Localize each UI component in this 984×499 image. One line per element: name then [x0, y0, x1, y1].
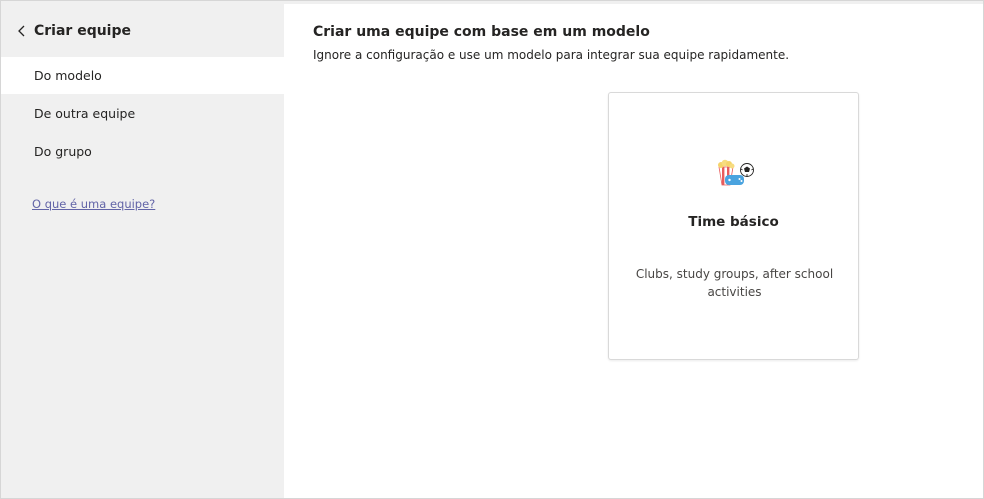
- back-button[interactable]: Criar equipe: [13, 18, 131, 44]
- template-card-basic-team[interactable]: Time básico Clubs, study groups, after s…: [608, 92, 859, 360]
- chevron-left-icon: [13, 22, 31, 40]
- sidebar: Criar equipe Do modelo De outra equipe D…: [1, 1, 284, 498]
- create-team-window: Criar equipe Do modelo De outra equipe D…: [0, 0, 984, 499]
- sidebar-item-from-other-team[interactable]: De outra equipe: [1, 95, 284, 132]
- club-activities-icon: [713, 155, 757, 191]
- what-is-team-link[interactable]: O que é uma equipe?: [32, 197, 155, 211]
- template-description: Clubs, study groups, after school activi…: [635, 267, 834, 299]
- template-title: Time básico: [688, 214, 779, 230]
- creation-options: Do modelo De outra equipe Do grupo: [1, 57, 284, 171]
- page-title: Criar uma equipe com base em um modelo: [313, 24, 650, 40]
- page-subtitle: Ignore a configuração e use um modelo pa…: [313, 48, 790, 62]
- sidebar-item-from-group[interactable]: Do grupo: [1, 133, 284, 170]
- main-panel: Criar uma equipe com base em um modelo I…: [284, 4, 983, 498]
- sidebar-title: Criar equipe: [34, 23, 132, 39]
- sidebar-item-from-template[interactable]: Do modelo: [1, 57, 284, 94]
